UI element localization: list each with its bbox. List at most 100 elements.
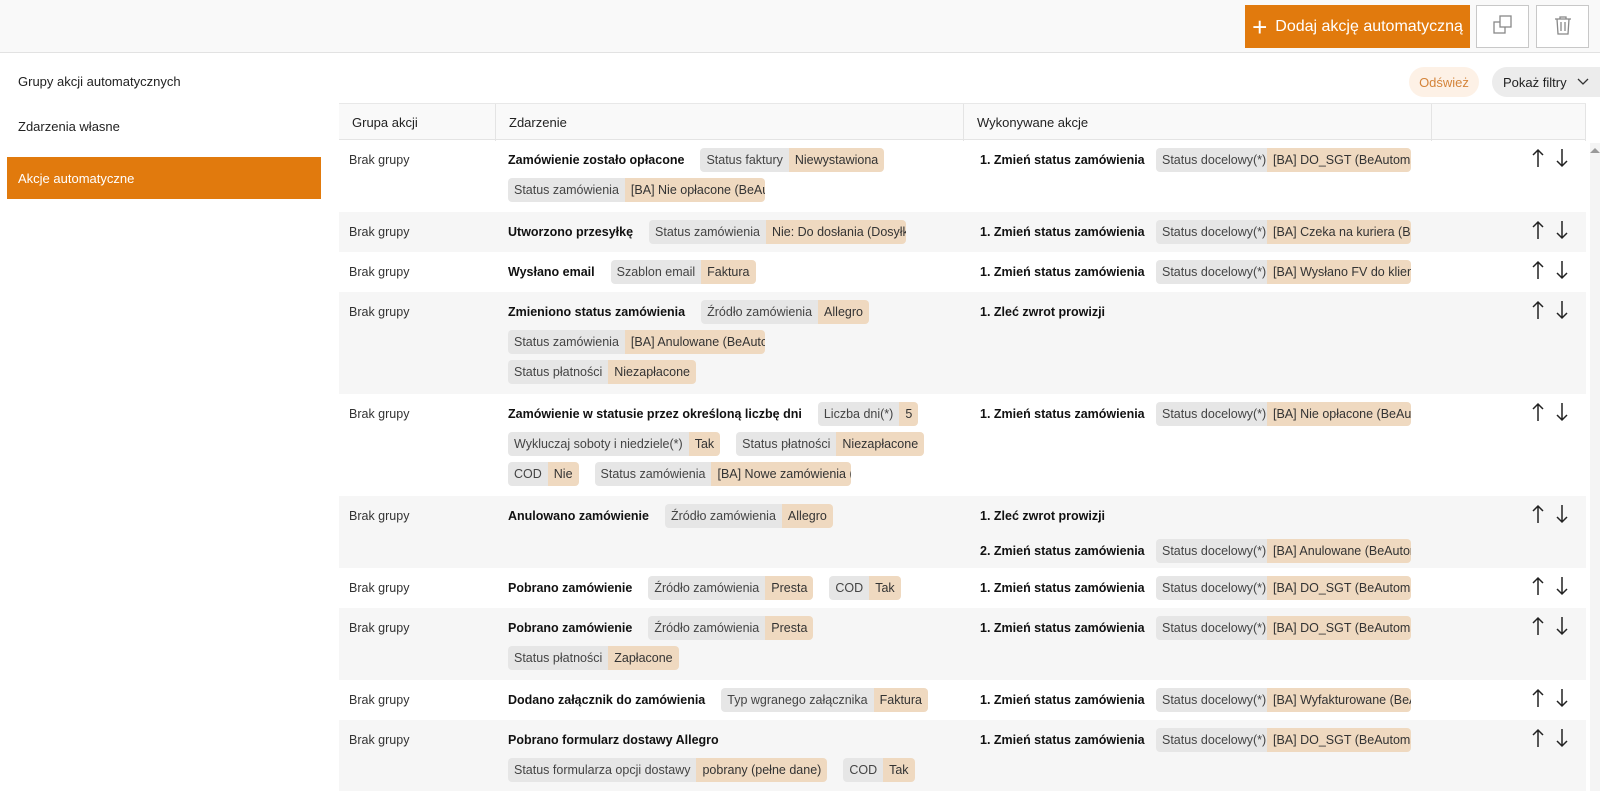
arrow-down-icon[interactable] [1553, 148, 1571, 168]
arrow-up-icon[interactable] [1529, 402, 1547, 422]
condition-key: COD [843, 758, 884, 782]
condition-key: COD [508, 462, 548, 486]
order-controls [1529, 300, 1571, 320]
table-row[interactable]: Brak grupy Wysłano email Szablon email Fakt… [339, 252, 1586, 292]
condition-value: [BA] Nie opłacone (BeAut [624, 178, 765, 202]
table-row[interactable]: Brak grupy Zmieniono status zamówienia Źró… [339, 292, 1586, 394]
action-param-key: Status docelowy(*) [1156, 539, 1267, 563]
action-group-cell: Brak grupy [349, 733, 410, 747]
add-automatic-action-button[interactable]: + Dodaj akcję automatyczną [1245, 5, 1470, 48]
condition-key: Liczba dni(*) [817, 402, 900, 426]
arrow-up-icon[interactable] [1529, 220, 1547, 240]
arrow-up-icon[interactable] [1529, 504, 1547, 524]
copy-icon [1492, 14, 1514, 39]
action-param-key: Status docelowy(*) [1156, 616, 1267, 640]
action-param-value: [BA] DO_SGT (BeAutoma [1267, 616, 1411, 640]
condition-chip: Status zamówienia [BA] Nie opłacone (BeAu… [508, 178, 765, 202]
condition-key: Źródło zamówienia [701, 300, 819, 324]
condition-value: Tak [688, 432, 721, 456]
arrow-down-icon[interactable] [1553, 688, 1571, 708]
show-filters-button[interactable]: Pokaż filtry [1492, 67, 1600, 97]
action-group-cell: Brak grupy [349, 265, 410, 279]
arrow-down-icon[interactable] [1553, 300, 1571, 320]
condition-value: Nie [547, 462, 579, 486]
condition-value: Nie: Do dosłania (Dosyłki [765, 220, 906, 244]
condition-key: Źródło zamówienia [665, 504, 782, 528]
action-param-chip: Status docelowy(*) [BA] Wysłano FV do kli… [1156, 260, 1411, 284]
action-param-key: Status docelowy(*) [1156, 688, 1267, 712]
action-param-key: Status docelowy(*) [1156, 220, 1267, 244]
arrow-down-icon[interactable] [1553, 616, 1571, 636]
arrow-down-icon[interactable] [1553, 504, 1571, 524]
order-controls [1529, 148, 1571, 168]
condition-key: Status zamówienia [649, 220, 766, 244]
table-row[interactable]: Brak grupy Utworzono przesyłkę Status zamó… [339, 212, 1586, 252]
sidebar-item-label: Grupy akcji automatycznych [18, 73, 181, 89]
refresh-button[interactable]: Odśwież [1409, 67, 1479, 97]
order-controls [1529, 402, 1571, 422]
action-name: 1. Zmień status zamówienia [980, 733, 1145, 747]
condition-key: Źródło zamówienia [648, 616, 766, 640]
condition-value: Faktura [873, 688, 929, 712]
condition-chip: COD Tak [829, 576, 901, 600]
order-controls [1529, 260, 1571, 280]
arrow-down-icon[interactable] [1553, 728, 1571, 748]
table-row[interactable]: Brak grupy Anulowano zamówienie Źródło zam… [339, 496, 1586, 568]
action-param-value: [BA] DO_SGT (BeAutoma [1267, 728, 1411, 752]
condition-value: Tak [869, 576, 901, 600]
sidebar-item-custom-events[interactable]: Zdarzenia własne [7, 105, 321, 147]
table-row[interactable]: Brak grupy Pobrano formularz dostawy Alle… [339, 720, 1586, 791]
action-group-cell: Brak grupy [349, 225, 410, 239]
condition-value: [BA] Anulowane (BeAutor [624, 330, 765, 354]
action-line: 1. Zmień status zamówienia Status docelow… [980, 220, 1411, 244]
delete-button[interactable] [1536, 5, 1589, 48]
condition-value: Presta [765, 616, 814, 640]
event-name: Zamówienie w statusie przez określoną li… [508, 407, 802, 421]
event-line: Wykluczaj soboty i niedziele(*) Tak Status… [508, 432, 940, 456]
arrow-up-icon[interactable] [1529, 576, 1547, 596]
plus-icon: + [1252, 11, 1268, 42]
sidebar-item-action-groups[interactable]: Grupy akcji automatycznych [7, 60, 321, 102]
event-line: Wysłano email Szablon email Faktura [508, 260, 772, 284]
condition-key: Status zamówienia [508, 178, 625, 202]
top-toolbar: + Dodaj akcję automatyczną [0, 0, 1600, 53]
arrow-up-icon[interactable] [1529, 728, 1547, 748]
arrow-up-icon[interactable] [1529, 616, 1547, 636]
arrow-up-icon[interactable] [1529, 260, 1547, 280]
table-row[interactable]: Brak grupy Pobrano zamówienie Źródło zamów… [339, 608, 1586, 680]
action-param-key: Status docelowy(*) [1156, 402, 1267, 426]
action-line: 1. Zmień status zamówienia Status docelow… [980, 148, 1411, 172]
event-line: Pobrano zamówienie Źródło zamówienia Prest… [508, 576, 917, 600]
table-row[interactable]: Brak grupy Pobrano zamówienie Źródło zamów… [339, 568, 1586, 608]
event-name: Pobrano zamówienie [508, 621, 633, 635]
arrow-down-icon[interactable] [1553, 402, 1571, 422]
column-header-actions: Wykonywane akcje [964, 104, 1432, 141]
table-row[interactable]: Brak grupy Dodano załącznik do zamówienia… [339, 680, 1586, 720]
action-param-chip: Status docelowy(*) [BA] DO_SGT (BeAutoma [1156, 616, 1411, 640]
add-automatic-action-label: Dodaj akcję automatyczną [1275, 17, 1463, 35]
sidebar-item-automatic-actions[interactable]: Akcje automatyczne [7, 157, 321, 199]
table-row[interactable]: Brak grupy Zamówienie w statusie przez ok… [339, 394, 1586, 496]
event-line: Status formularza opcji dostawy pobrany (… [508, 758, 931, 782]
arrow-up-icon[interactable] [1529, 148, 1547, 168]
arrow-up-icon[interactable] [1529, 688, 1547, 708]
scroll-up-icon[interactable] [1589, 143, 1600, 153]
arrow-down-icon[interactable] [1553, 576, 1571, 596]
action-param-chip: Status docelowy(*) [BA] Wyfakturowane (Be… [1156, 688, 1411, 712]
condition-key: Status płatności [508, 360, 609, 384]
copy-button[interactable] [1476, 5, 1529, 48]
condition-chip: Szablon email Faktura [610, 260, 756, 284]
action-name: 1. Zmień status zamówienia [980, 225, 1145, 239]
condition-key: Status faktury [700, 148, 789, 172]
table-row[interactable]: Brak grupy Zamówienie zostało opłacone Sta… [339, 140, 1586, 212]
arrow-up-icon[interactable] [1529, 300, 1547, 320]
condition-chip: COD Tak [843, 758, 915, 782]
condition-chip: Źródło zamówienia Presta [648, 616, 814, 640]
action-group-cell: Brak grupy [349, 305, 410, 319]
condition-key: Status zamówienia [594, 462, 712, 486]
arrow-down-icon[interactable] [1553, 220, 1571, 240]
event-line: Zamówienie zostało opłacone Status faktur… [508, 148, 900, 172]
action-param-value: [BA] DO_SGT (BeAutoma [1267, 576, 1411, 600]
vertical-scrollbar[interactable] [1590, 143, 1600, 791]
arrow-down-icon[interactable] [1553, 260, 1571, 280]
